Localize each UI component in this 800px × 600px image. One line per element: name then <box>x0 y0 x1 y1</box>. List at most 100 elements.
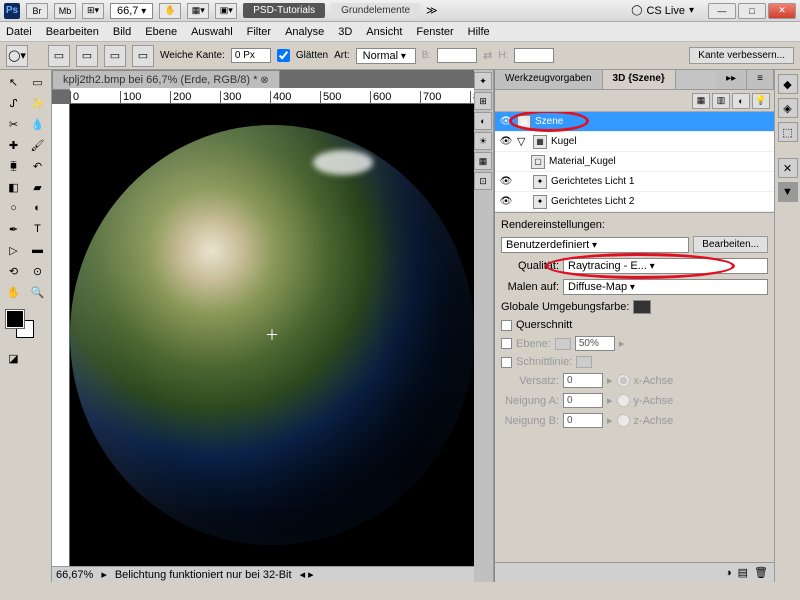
new-light-icon[interactable]: ▤ <box>738 566 748 579</box>
tab-tool-presets[interactable]: Werkzeugvorgaben <box>495 70 603 89</box>
channels-panel-icon[interactable]: ◈ <box>778 98 798 118</box>
shape-tool[interactable]: ▬ <box>26 240 49 260</box>
filter-mesh-icon[interactable]: ▥ <box>712 93 730 109</box>
workspace-tab-tutorials[interactable]: PSD-Tutorials <box>243 3 325 18</box>
layers-panel-icon[interactable]: ◆ <box>778 74 798 94</box>
paths-panel-icon[interactable]: ⬚ <box>778 122 798 142</box>
type-tool[interactable]: T <box>26 219 49 239</box>
antialias-checkbox[interactable] <box>277 49 290 62</box>
menu-bild[interactable]: Bild <box>113 26 131 38</box>
menu-ebene[interactable]: Ebene <box>145 26 177 38</box>
subtract-selection-icon[interactable]: ▭ <box>104 45 126 67</box>
visibility-icon[interactable]: 👁 <box>499 175 513 189</box>
adjustments-panel-icon[interactable]: ✕ <box>778 158 798 178</box>
menu-3d[interactable]: 3D <box>338 26 352 38</box>
paint-on-select[interactable]: Diffuse-Map ▾ <box>563 279 768 295</box>
tree-item-light1[interactable]: 👁 ✦ Gerichtetes Licht 1 <box>495 172 774 192</box>
maximize-button[interactable]: □ <box>738 3 766 19</box>
tool-preset-icon[interactable]: ◯▾ <box>6 45 28 67</box>
toggle-lights-icon[interactable]: ◑ <box>725 567 732 579</box>
history-brush-tool[interactable]: ↶ <box>26 156 49 176</box>
menu-hilfe[interactable]: Hilfe <box>468 26 490 38</box>
3d-axis-icon[interactable]: ✦ <box>474 72 492 90</box>
stamp-tool[interactable]: ⧯ <box>2 156 25 176</box>
eyedropper-tool[interactable]: 💧 <box>26 114 49 134</box>
tree-item-szene[interactable]: 👁 ▤ Szene <box>495 112 774 132</box>
quality-label: Qualität: <box>501 260 559 272</box>
add-selection-icon[interactable]: ▭ <box>76 45 98 67</box>
quickmask-icon[interactable]: ◪ <box>2 348 25 368</box>
marquee-tool[interactable]: ▭ <box>26 72 49 92</box>
gradient-tool[interactable]: ▰ <box>26 177 49 197</box>
style-select[interactable]: Normal ▾ <box>356 48 416 64</box>
filter-light-icon[interactable]: 💡 <box>752 93 770 109</box>
foreground-color-swatch[interactable] <box>6 310 24 328</box>
workspace-more-icon[interactable]: ≫ <box>426 4 438 17</box>
delete-icon[interactable]: 🗑 <box>754 566 768 579</box>
pen-tool[interactable]: ✒ <box>2 219 25 239</box>
tab-3d-scene[interactable]: 3D {Szene} <box>603 70 676 89</box>
menu-bearbeiten[interactable]: Bearbeiten <box>46 26 99 38</box>
tree-item-kugel[interactable]: 👁 ▽ ▦ Kugel <box>495 132 774 152</box>
screenmode-icon[interactable]: ▣▾ <box>215 3 237 19</box>
move-tool[interactable]: ↖ <box>2 72 25 92</box>
render-edit-button[interactable]: Bearbeiten... <box>693 236 768 253</box>
3d-mesh-icon[interactable]: ⊞ <box>474 92 492 110</box>
canvas[interactable]: ＋ <box>70 104 474 566</box>
menu-analyse[interactable]: Analyse <box>285 26 324 38</box>
bridge-icon[interactable]: Br <box>26 3 48 19</box>
heal-tool[interactable]: ✚ <box>2 135 25 155</box>
eraser-tool[interactable]: ◧ <box>2 177 25 197</box>
hand-tool[interactable]: ✋ <box>2 282 25 302</box>
document-tab[interactable]: kplj2th2.bmp bei 66,7% (Erde, RGB/8) * ⊗ <box>52 70 280 90</box>
status-zoom[interactable]: 66,67% <box>56 569 93 581</box>
dodge-tool[interactable]: ◐ <box>26 198 49 218</box>
cs-live-button[interactable]: ◯ CS Live ▾ <box>631 5 694 17</box>
3d-material-icon[interactable]: ◐ <box>474 112 492 130</box>
view-extras-icon[interactable]: ⊞▾ <box>82 3 104 19</box>
hand-tool-icon[interactable]: ✋ <box>159 3 181 19</box>
menu-datei[interactable]: Datei <box>6 26 32 38</box>
panel-collapse-icon[interactable]: ▸▸ <box>716 70 747 89</box>
brush-tool[interactable]: 🖌 <box>26 135 49 155</box>
menu-filter[interactable]: Filter <box>247 26 271 38</box>
zoom-tool[interactable]: 🔍 <box>26 282 49 302</box>
3d-panel-icon[interactable]: ▼ <box>778 182 798 202</box>
3d-camera-tool[interactable]: ⊙ <box>26 261 49 281</box>
quality-select[interactable]: Raytracing - E... ▾ <box>563 258 768 274</box>
filter-material-icon[interactable]: ◐ <box>732 93 750 109</box>
minimize-button[interactable]: — <box>708 3 736 19</box>
new-selection-icon[interactable]: ▭ <box>48 45 70 67</box>
tree-item-material[interactable]: ▢ Material_Kugel <box>495 152 774 172</box>
filter-scene-icon[interactable]: ▦ <box>692 93 710 109</box>
3d-rotate-tool[interactable]: ⟲ <box>2 261 25 281</box>
arrange-icon[interactable]: ▦▾ <box>187 3 209 19</box>
feather-input[interactable] <box>231 48 271 63</box>
workspace-tab-grundelemente[interactable]: Grundelemente <box>331 3 420 18</box>
3d-camera-icon[interactable]: ⊡ <box>474 172 492 190</box>
close-button[interactable]: ✕ <box>768 3 796 19</box>
3d-light-icon[interactable]: ☀ <box>474 132 492 150</box>
zoom-select[interactable]: 66,7 ▾ <box>110 3 153 19</box>
visibility-icon[interactable]: 👁 <box>499 115 513 129</box>
render-preset-select[interactable]: Benutzerdefiniert ▾ <box>501 237 689 253</box>
tree-item-light2[interactable]: 👁 ✦ Gerichtetes Licht 2 <box>495 192 774 212</box>
blur-tool[interactable]: ○ <box>2 198 25 218</box>
global-ambient-swatch[interactable] <box>633 300 651 314</box>
3d-scene-icon[interactable]: ▦ <box>474 152 492 170</box>
wand-tool[interactable]: ✨ <box>26 93 49 113</box>
path-select-tool[interactable]: ▷ <box>2 240 25 260</box>
crop-tool[interactable]: ✂ <box>2 114 25 134</box>
lasso-tool[interactable]: ᔑ <box>2 93 25 113</box>
cross-section-checkbox[interactable] <box>501 320 512 331</box>
menu-ansicht[interactable]: Ansicht <box>366 26 402 38</box>
minibridge-icon[interactable]: Mb <box>54 3 76 19</box>
visibility-icon[interactable]: 👁 <box>499 135 513 149</box>
refine-edge-button[interactable]: Kante verbessern... <box>689 47 794 64</box>
color-swatches[interactable] <box>2 308 49 344</box>
intersect-selection-icon[interactable]: ▭ <box>132 45 154 67</box>
visibility-icon[interactable]: 👁 <box>499 195 513 209</box>
menu-auswahl[interactable]: Auswahl <box>191 26 233 38</box>
panel-menu-icon[interactable]: ≡ <box>747 70 774 89</box>
menu-fenster[interactable]: Fenster <box>416 26 453 38</box>
